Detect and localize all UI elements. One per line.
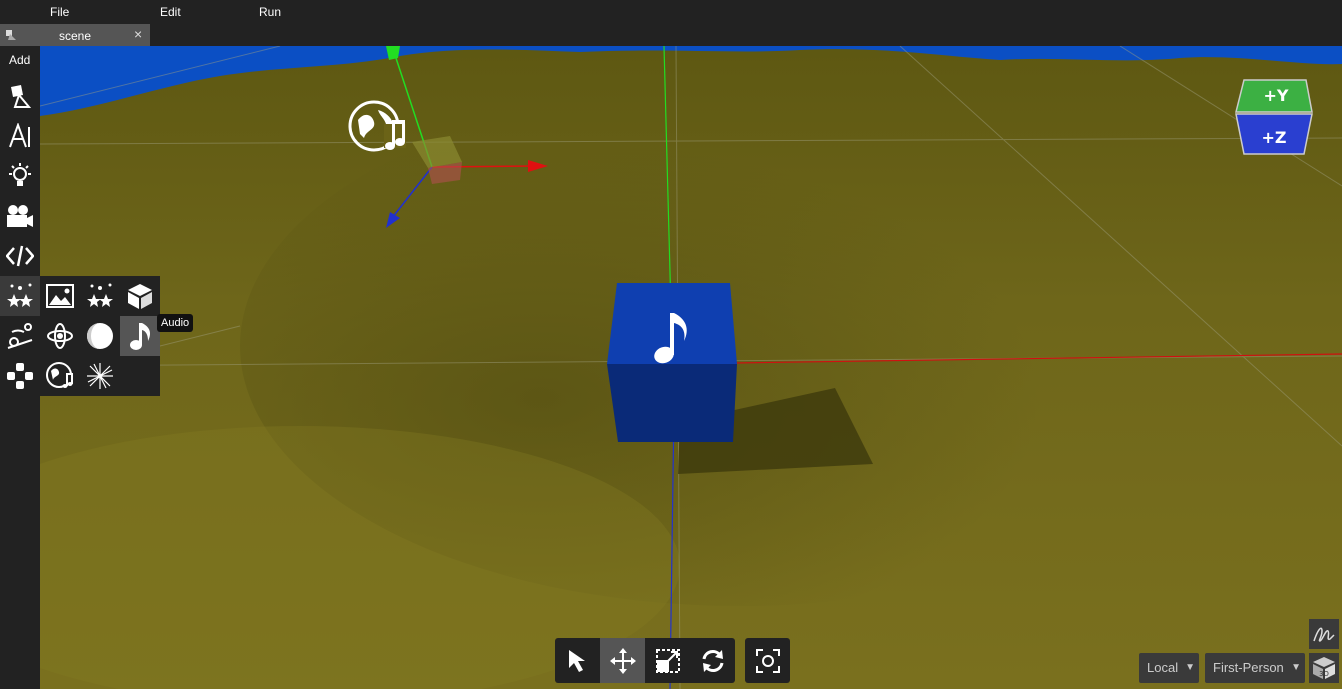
positional-audio-button[interactable] (40, 356, 80, 396)
orientation-front-label: +Z (1261, 128, 1286, 147)
controls-icon (7, 363, 33, 389)
rotate-tool-button[interactable] (690, 638, 735, 683)
lens-flare-icon (87, 363, 113, 389)
box-button[interactable] (120, 276, 160, 316)
tooltip: Audio (157, 314, 194, 332)
effects-submenu (40, 276, 160, 396)
scale-tool-button[interactable] (645, 638, 690, 683)
code-icon (6, 245, 34, 267)
camera-mode-select[interactable]: First-Person ▼ (1205, 653, 1305, 683)
sky-image-button[interactable] (40, 276, 80, 316)
add-label: Add (9, 53, 31, 67)
focus-icon (755, 648, 780, 673)
chevron-down-icon: ▼ (1291, 662, 1301, 673)
add-sidebar: Add (0, 46, 40, 689)
move-tool-button[interactable] (600, 638, 645, 683)
camera-icon (7, 205, 33, 227)
orientation-cube[interactable]: +Y +Z (1235, 79, 1313, 155)
sphere-button[interactable] (80, 316, 120, 356)
effects-button[interactable] (0, 276, 40, 316)
orbit-icon (47, 323, 73, 349)
sky-image-icon (46, 284, 74, 308)
effects-icon (7, 283, 33, 307)
tab-bar: scene × (0, 24, 1342, 46)
object-button[interactable] (0, 76, 40, 116)
space-mode-value: Local (1147, 660, 1179, 675)
chevron-down-icon: ▼ (1185, 662, 1195, 673)
menu-file[interactable]: File (50, 5, 69, 19)
positional-audio-icon (46, 362, 74, 388)
focus-button[interactable] (745, 638, 790, 683)
move-icon (609, 647, 636, 674)
signature-button[interactable] (1309, 619, 1339, 649)
orbit-button[interactable] (40, 316, 80, 356)
select-tool-button[interactable] (555, 638, 600, 683)
particles-button[interactable] (80, 276, 120, 316)
space-mode-select[interactable]: Local ▼ (1139, 653, 1199, 683)
scale-icon (655, 648, 680, 673)
box-icon (128, 284, 152, 309)
text-button[interactable] (0, 116, 40, 156)
menu-bar: File Edit Run (0, 0, 1342, 24)
light-icon (9, 163, 31, 186)
audio-icon (130, 323, 150, 350)
scene-icon (6, 30, 16, 40)
view-3d-icon: 3D (1313, 657, 1335, 679)
camera-mode-value: First-Person (1213, 660, 1284, 675)
view-3d-button[interactable]: 3D (1309, 653, 1339, 683)
transform-toolbar (555, 638, 735, 683)
orientation-top-label: +Y (1264, 86, 1289, 105)
scene-viewport[interactable]: +Y +Z (40, 46, 1342, 689)
svg-text:3D: 3D (1319, 670, 1329, 678)
camera-button[interactable] (0, 196, 40, 236)
close-icon[interactable]: × (134, 26, 142, 42)
particles-icon (87, 283, 113, 307)
scene-canvas[interactable]: +Y +Z (40, 46, 1342, 689)
script-button[interactable] (0, 236, 40, 276)
text-icon (9, 123, 30, 148)
signature-icon (1313, 627, 1335, 642)
physics-icon (7, 323, 33, 349)
menu-edit[interactable]: Edit (160, 5, 181, 19)
light-button[interactable] (0, 156, 40, 196)
tab-label: scene (59, 29, 92, 43)
object-icon (11, 85, 32, 108)
cursor-icon (568, 649, 585, 672)
tab-scene[interactable]: scene × (0, 24, 150, 46)
rotate-icon (702, 649, 723, 672)
audio-cube[interactable] (607, 283, 737, 442)
physics-button[interactable] (0, 316, 40, 356)
audio-button[interactable] (120, 316, 160, 356)
lens-flare-button[interactable] (80, 356, 120, 396)
sphere-icon (87, 323, 113, 349)
controls-button[interactable] (0, 356, 40, 396)
menu-run[interactable]: Run (259, 5, 281, 19)
